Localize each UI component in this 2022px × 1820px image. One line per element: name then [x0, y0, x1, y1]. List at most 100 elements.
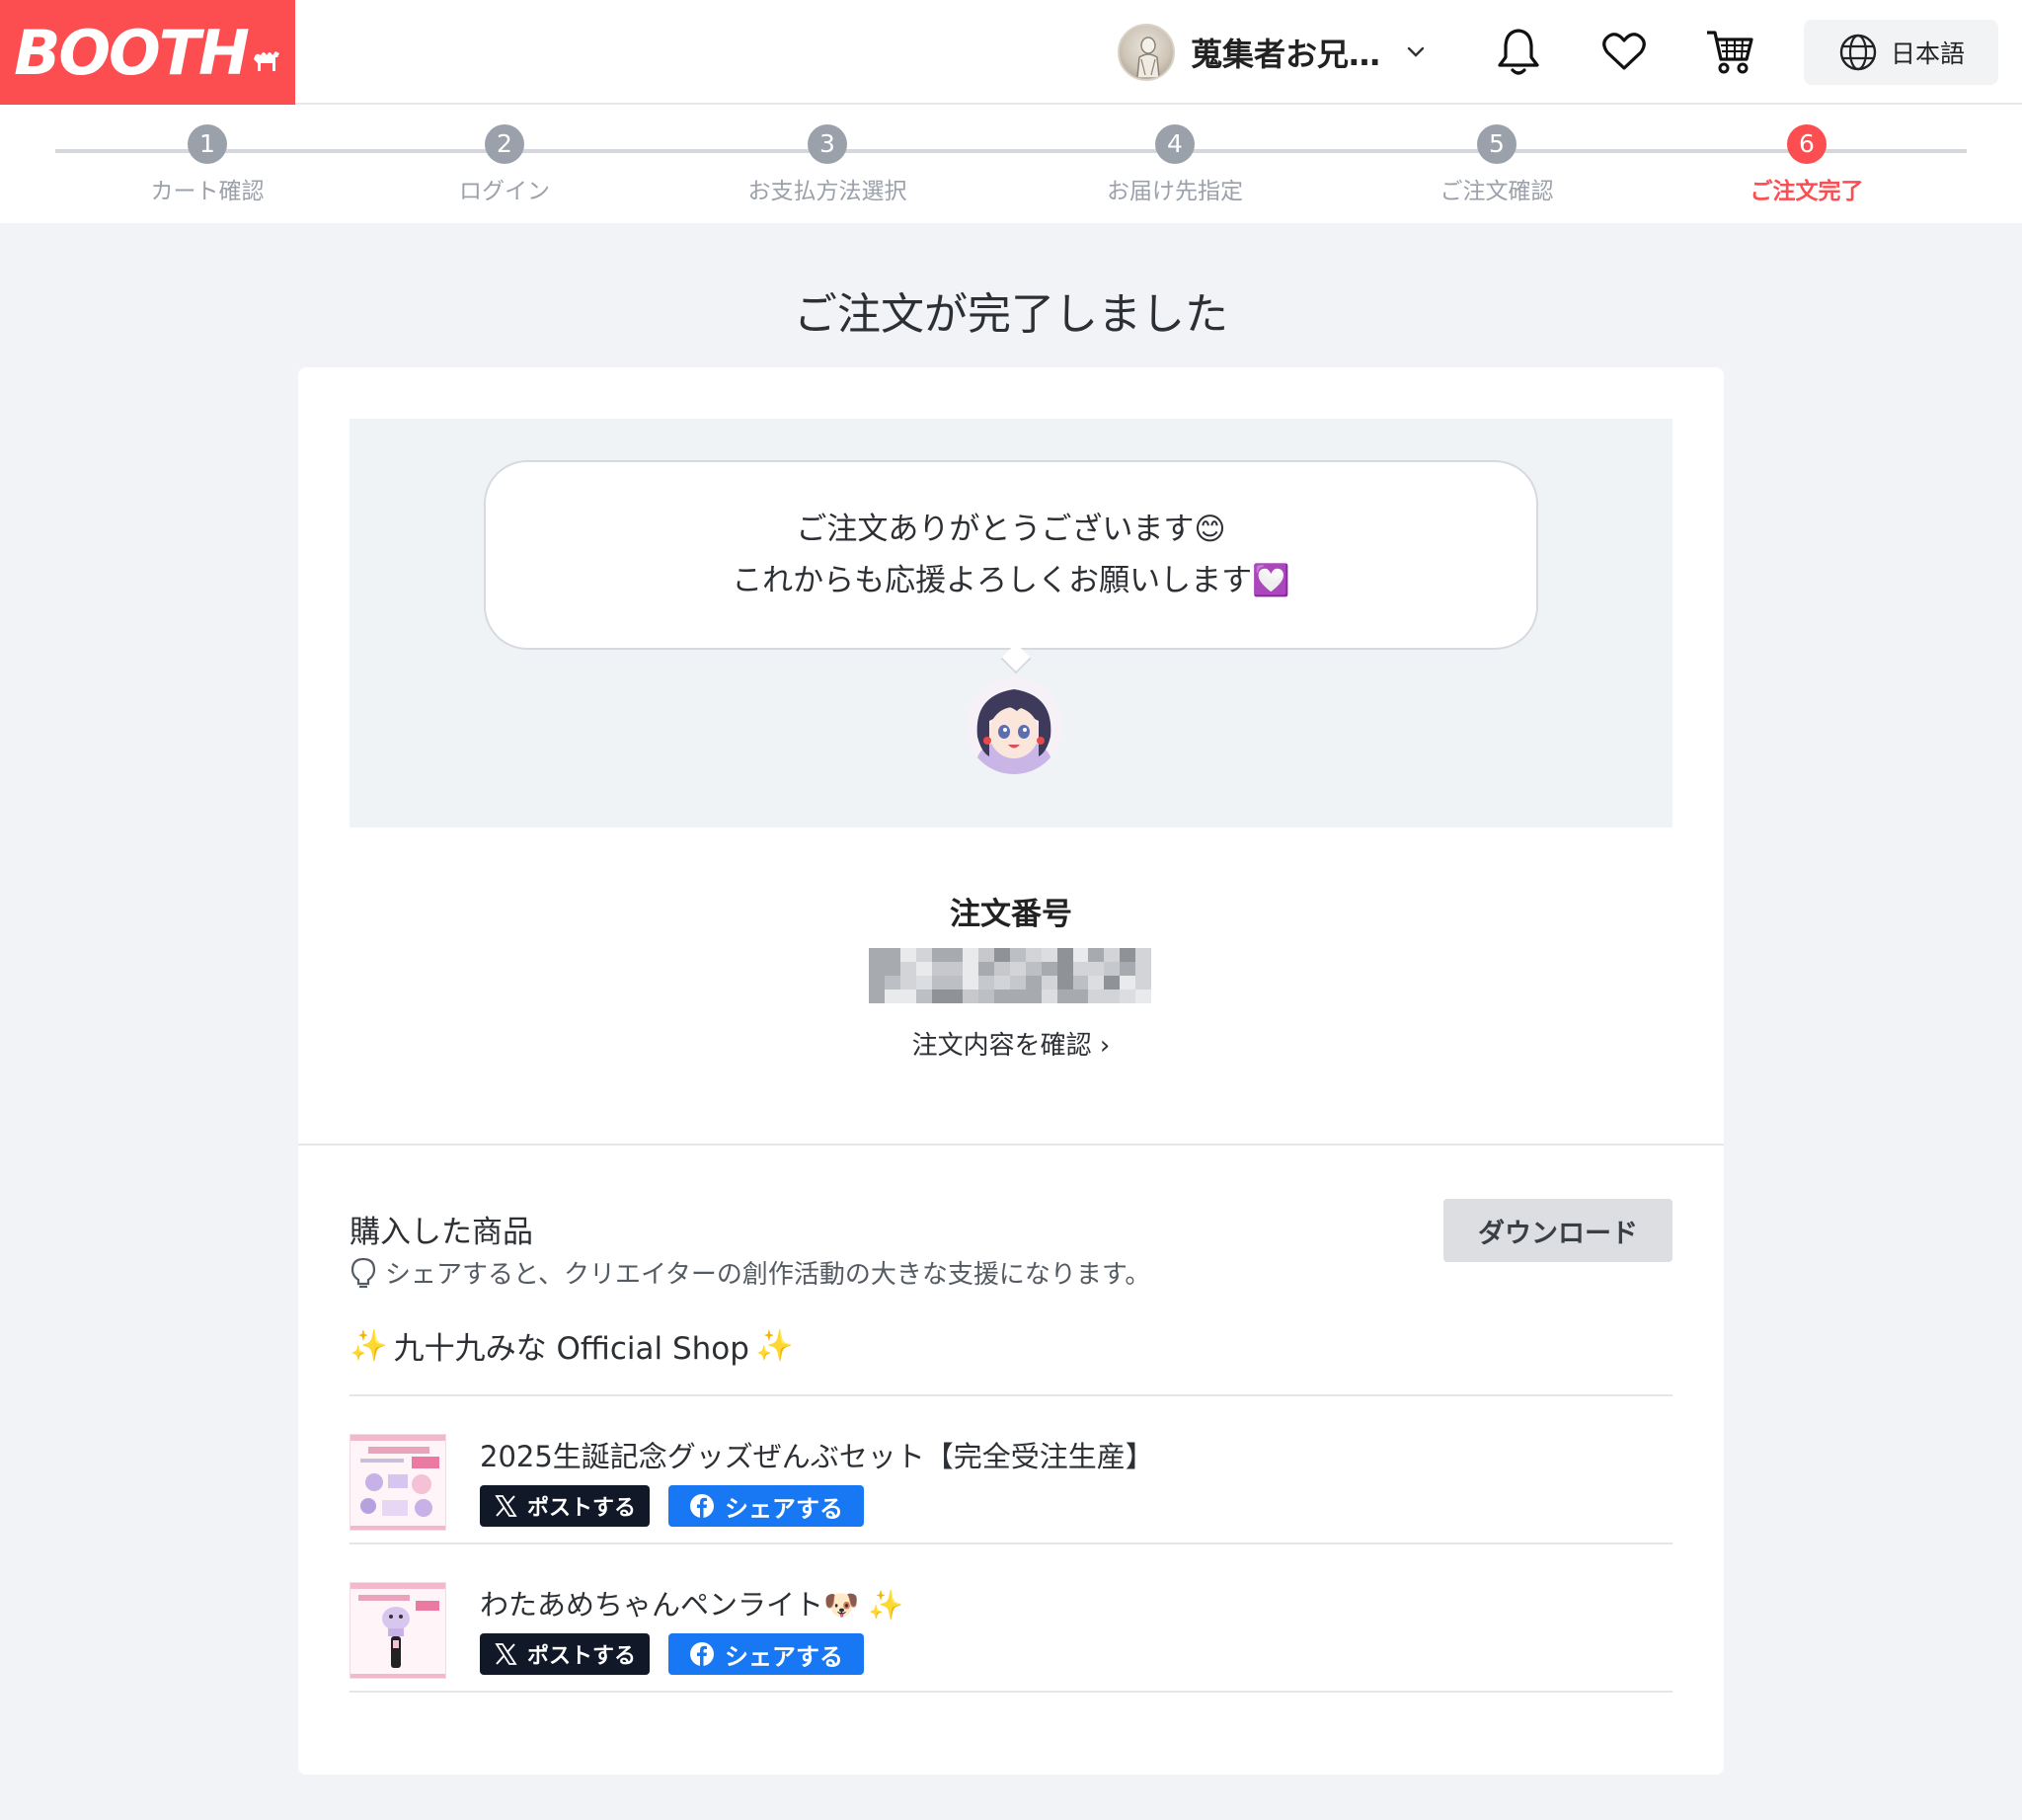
redacted-pixel	[947, 962, 964, 976]
notification-bell-icon[interactable]	[1491, 24, 1546, 79]
redacted-pixel	[1072, 989, 1089, 1003]
creator-avatar	[966, 677, 1062, 774]
page-title: ご注文が完了しました	[794, 289, 1228, 340]
redacted-pixel	[1056, 989, 1073, 1003]
share-facebook-button[interactable]: シェアする	[668, 1485, 864, 1527]
redacted-pixel	[1072, 976, 1089, 989]
section-divider	[298, 1144, 1724, 1146]
redacted-pixel	[1120, 989, 1136, 1003]
globe-icon	[1839, 34, 1877, 71]
item-title[interactable]: 2025生誕記念グッズぜんぶセット【完全受注生産】	[480, 1434, 1154, 1475]
x-logo-icon	[495, 1643, 517, 1665]
order-number-redacted	[869, 948, 1151, 1003]
redacted-pixel	[1135, 989, 1151, 1003]
step-label: ご注文確認	[1439, 179, 1554, 204]
redacted-pixel	[915, 976, 932, 989]
item-divider	[350, 1691, 1672, 1693]
x-logo-icon	[495, 1495, 517, 1517]
cart-icon[interactable]	[1702, 24, 1757, 79]
redacted-pixel	[869, 948, 885, 962]
speech-bubble: ご注文ありがとうございます😊 これからも応援よろしくお願いします💟	[484, 460, 1538, 650]
download-button[interactable]: ダウンロード	[1443, 1199, 1672, 1262]
step-cart: 1 カート確認	[99, 124, 316, 205]
heart-icon[interactable]	[1596, 24, 1652, 79]
step-login: 2 ログイン	[396, 124, 613, 205]
step-label: お届け先指定	[1107, 179, 1243, 204]
redacted-pixel	[931, 948, 948, 962]
redacted-pixel	[931, 976, 948, 989]
redacted-pixel	[1104, 948, 1121, 962]
share-label: シェアする	[725, 1494, 843, 1523]
step-shipping: 4 お届け先指定	[1066, 124, 1283, 205]
lightbulb-icon	[350, 1257, 376, 1288]
post-label: ポストする	[526, 1644, 636, 1669]
redacted-pixel	[1104, 989, 1121, 1003]
redacted-pixel	[1025, 948, 1042, 962]
shop-name[interactable]: ✨ 九十九みな Official Shop ✨	[350, 1323, 794, 1368]
redacted-pixel	[884, 976, 900, 989]
redacted-pixel	[884, 962, 900, 976]
redacted-pixel	[1135, 976, 1151, 989]
redacted-pixel	[884, 989, 900, 1003]
message-line: これからも応援よろしくお願いします💟	[732, 563, 1290, 598]
post-to-x-button[interactable]: ポストする	[480, 1633, 650, 1675]
redacted-pixel	[899, 989, 916, 1003]
redacted-pixel	[915, 962, 932, 976]
redacted-pixel	[899, 962, 916, 976]
share-facebook-button[interactable]: シェアする	[668, 1633, 864, 1675]
item-thumbnail[interactable]	[350, 1582, 446, 1679]
order-number-label: 注文番号	[950, 897, 1072, 932]
redacted-pixel	[963, 962, 979, 976]
redacted-pixel	[1056, 962, 1073, 976]
redacted-pixel	[899, 948, 916, 962]
share-hint-text: シェアすると、クリエイターの創作活動の大きな支援になります。	[385, 1260, 1151, 1290]
redacted-pixel	[947, 976, 964, 989]
step-number: 6	[1787, 124, 1827, 164]
facebook-icon	[690, 1494, 714, 1518]
booth-logo[interactable]: BOOTH	[0, 0, 295, 105]
post-to-x-button[interactable]: ポストする	[480, 1485, 650, 1527]
redacted-pixel	[994, 989, 1010, 1003]
redacted-pixel	[1120, 976, 1136, 989]
language-label: 日本語	[1890, 40, 1965, 68]
redacted-pixel	[1088, 948, 1105, 962]
step-label: ご注文完了	[1750, 179, 1864, 204]
message-line: ご注文ありがとうございます😊	[796, 512, 1226, 547]
chevron-down-icon	[1407, 46, 1425, 57]
post-label: ポストする	[526, 1496, 636, 1521]
redacted-pixel	[931, 962, 948, 976]
redacted-pixel	[1072, 948, 1089, 962]
step-number: 3	[808, 124, 847, 164]
redacted-pixel	[1104, 962, 1121, 976]
redacted-pixel	[899, 976, 916, 989]
step-number: 2	[485, 124, 524, 164]
step-number: 5	[1477, 124, 1516, 164]
redacted-pixel	[1104, 976, 1121, 989]
redacted-pixel	[1010, 989, 1026, 1003]
redacted-pixel	[963, 976, 979, 989]
redacted-pixel	[947, 989, 964, 1003]
redacted-pixel	[978, 989, 995, 1003]
user-name: 蒐集者お兄…	[1191, 36, 1381, 73]
redacted-pixel	[1088, 962, 1105, 976]
language-selector[interactable]: 日本語	[1804, 20, 1998, 85]
camel-icon	[253, 51, 279, 71]
facebook-icon	[690, 1642, 714, 1666]
share-hint: シェアすると、クリエイターの創作活動の大きな支援になります。	[350, 1254, 1150, 1291]
redacted-pixel	[869, 976, 885, 989]
redacted-pixel	[1010, 948, 1026, 962]
redacted-pixel	[1010, 976, 1026, 989]
item-thumbnail[interactable]	[350, 1434, 446, 1531]
redacted-pixel	[978, 962, 995, 976]
user-avatar	[1118, 24, 1175, 81]
redacted-pixel	[1072, 962, 1089, 976]
sparkle-icon: ✨	[754, 1328, 794, 1364]
item-title[interactable]: わたあめちゃんペンライト🐶 ✨	[480, 1582, 903, 1623]
step-complete: 6 ご注文完了	[1698, 124, 1915, 205]
view-order-details-link[interactable]: 注文内容を確認 ›	[298, 1025, 1724, 1062]
redacted-pixel	[884, 948, 900, 962]
redacted-pixel	[978, 948, 995, 962]
shop-name-text: 九十九みな Official Shop	[393, 1331, 749, 1367]
step-payment: 3 お支払方法選択	[719, 124, 936, 205]
user-menu[interactable]: 蒐集者お兄…	[1118, 22, 1426, 83]
